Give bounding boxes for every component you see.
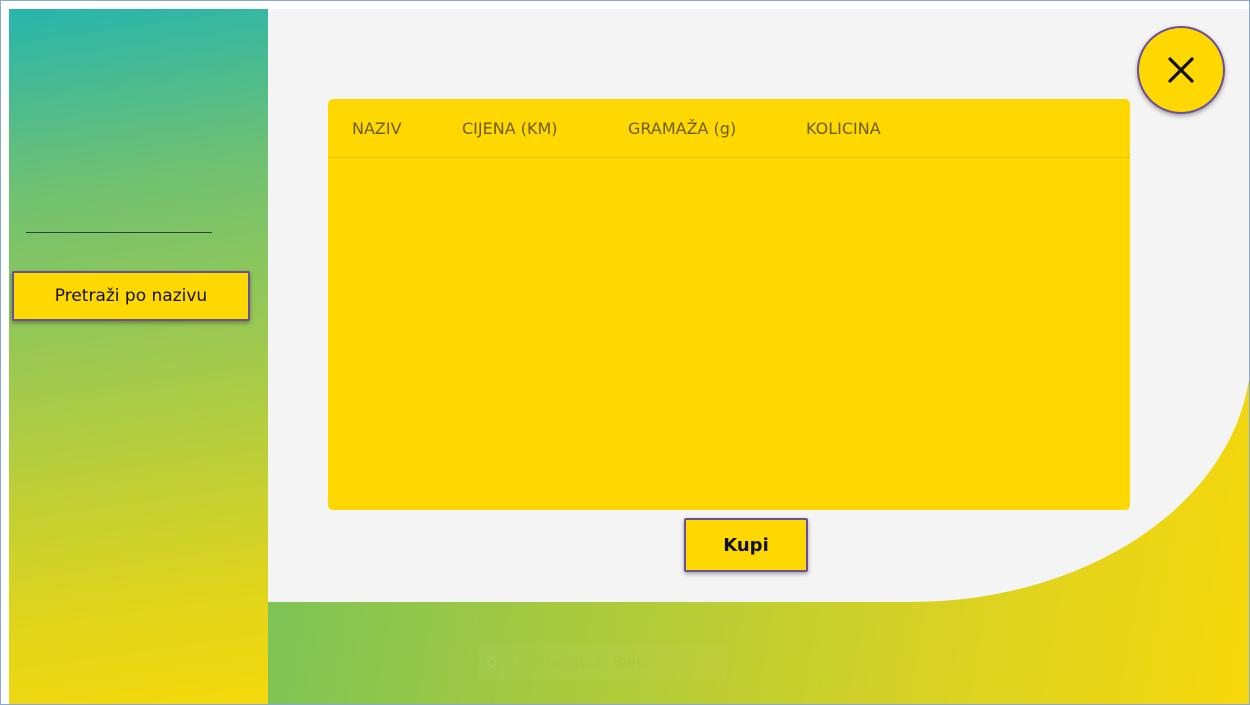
table-header: NAZIV CIJENA (KM) GRAMAŽA (g) KOLICINA <box>328 99 1130 158</box>
products-table[interactable]: NAZIV CIJENA (KM) GRAMAŽA (g) KOLICINA <box>328 99 1130 510</box>
close-icon <box>1168 57 1194 83</box>
snip-radio-icon <box>487 657 496 667</box>
buy-button[interactable]: Kupi <box>684 518 808 572</box>
close-button[interactable] <box>1137 26 1225 114</box>
column-header-cijena[interactable]: CIJENA (KM) <box>462 119 558 138</box>
sidebar: Pretraži po nazivu <box>9 9 268 704</box>
rectangular-snip-overlay: Rectangular Snip <box>479 644 727 680</box>
app-window: Pretraži po nazivu NAZIV CIJENA (KM) GRA… <box>0 0 1250 705</box>
column-header-kolicina[interactable]: KOLICINA <box>806 119 881 138</box>
search-by-name-button[interactable]: Pretraži po nazivu <box>12 271 250 321</box>
column-header-gramaza[interactable]: GRAMAŽA (g) <box>628 119 736 138</box>
search-input-underline[interactable] <box>26 232 212 233</box>
snip-label: Rectangular Snip <box>518 653 646 671</box>
column-header-naziv[interactable]: NAZIV <box>352 119 402 138</box>
